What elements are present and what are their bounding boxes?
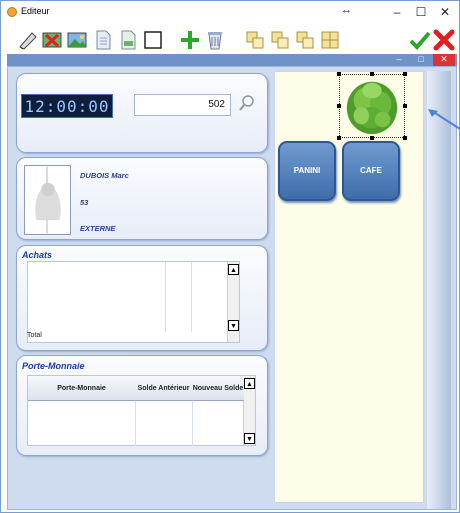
child-window-bar: – □ ✕ [7, 54, 457, 66]
column-header-previous-balance[interactable]: Solde Antérieur [135, 376, 192, 401]
validate-icon[interactable] [409, 29, 431, 51]
column-divider [191, 262, 192, 332]
scroll-down-arrow[interactable]: ▼ [228, 320, 239, 331]
customer-photo [24, 165, 71, 235]
image-icon[interactable] [66, 29, 88, 51]
achats-title: Achats [22, 250, 53, 260]
wallet-title: Porte-Monnaie [22, 361, 85, 371]
align-bottom-icon[interactable] [294, 29, 316, 51]
customer-name: DUBOIS Marc [80, 171, 129, 180]
resize-handle[interactable] [403, 104, 407, 108]
close-button[interactable]: ✕ [435, 4, 455, 20]
lettuce-icon [346, 81, 398, 135]
right-scroll-bar[interactable] [427, 71, 451, 509]
resize-handle[interactable] [403, 136, 407, 140]
resize-handle[interactable] [337, 72, 341, 76]
achats-scrollbar[interactable]: ▲ ▼ [227, 262, 239, 342]
total-label: Total [27, 332, 42, 339]
toolbar [1, 26, 459, 54]
search-icon[interactable] [238, 94, 256, 112]
edit-tool-icon[interactable] [17, 29, 39, 51]
child-close-button[interactable]: ✕ [433, 54, 455, 66]
window-title: Editeur [21, 6, 50, 16]
column-divider [165, 262, 166, 332]
wallet-grid-header: Porte-Monnaie Solde Antérieur Nouveau So… [28, 376, 244, 401]
minimize-button[interactable]: – [387, 4, 407, 20]
scroll-up-arrow[interactable]: ▲ [228, 264, 239, 275]
document-alt-icon[interactable] [117, 29, 139, 51]
wallet-scrollbar[interactable]: ▲ ▼ [243, 376, 255, 445]
align-right-icon[interactable] [269, 29, 291, 51]
resize-handle[interactable] [370, 72, 374, 76]
editor-window: Editeur ↔ – ☐ ✕ – □ ✕ 12:00:00 502 DUBOI… [0, 0, 460, 513]
document-icon[interactable] [92, 29, 114, 51]
frame-icon[interactable] [142, 29, 164, 51]
resize-handle[interactable] [370, 136, 374, 140]
title-bar: Editeur ↔ – ☐ ✕ [1, 1, 459, 25]
product-button-cafe[interactable]: CAFE [342, 141, 400, 201]
child-minimize-button[interactable]: – [389, 54, 409, 66]
customer-code: 53 [80, 198, 89, 207]
delete-image-icon[interactable] [41, 29, 63, 51]
scroll-up-arrow[interactable]: ▲ [244, 378, 255, 389]
cancel-icon[interactable] [433, 29, 455, 51]
maximize-button[interactable]: ☐ [411, 4, 431, 20]
id-input[interactable]: 502 [134, 94, 231, 116]
clock-display: 12:00:00 [21, 94, 113, 118]
recycle-bin-icon[interactable] [204, 29, 226, 51]
align-icon[interactable] [244, 29, 266, 51]
resize-icon[interactable]: ↔ [341, 4, 352, 16]
app-icon [7, 7, 17, 17]
selected-image-frame[interactable] [337, 72, 407, 140]
group-icon[interactable] [319, 29, 341, 51]
pointer-arrow-icon [426, 107, 460, 133]
achats-list[interactable]: ▲ ▼ [27, 261, 240, 343]
child-maximize-button[interactable]: □ [411, 54, 431, 66]
customer-type: EXTERNE [80, 224, 116, 233]
resize-handle[interactable] [403, 72, 407, 76]
resize-handle[interactable] [337, 136, 341, 140]
resize-handle[interactable] [337, 104, 341, 108]
column-header-wallet[interactable]: Porte-Monnaie [28, 376, 135, 401]
add-icon[interactable] [179, 29, 201, 51]
column-header-new-balance[interactable]: Nouveau Solde [192, 376, 244, 401]
product-button-panini[interactable]: PANINI [278, 141, 336, 201]
scroll-down-arrow[interactable]: ▼ [244, 433, 255, 444]
